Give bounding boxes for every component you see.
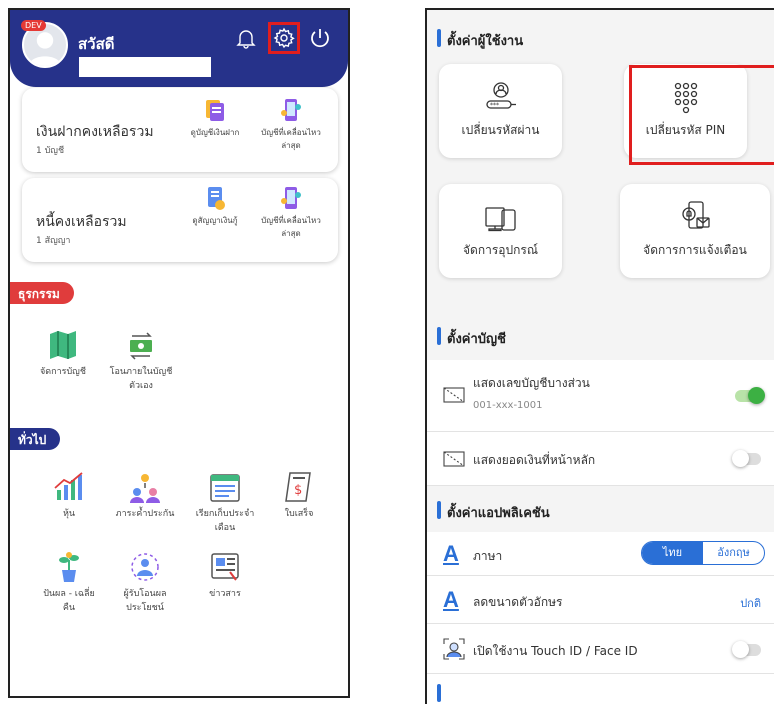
language-option-thai[interactable]: ไทย [642,542,703,564]
biometric-toggle[interactable] [732,641,761,658]
guarantee-obligations-tile[interactable]: ภาระค้ำประกัน [106,470,184,521]
pin-highlight-box [629,65,774,165]
toggle-knob [732,450,749,467]
money-transfer-icon [124,328,158,362]
deposit-count: 1 บัญชี [36,146,65,156]
section-accent-bar [437,29,441,47]
account-card-icon [443,384,465,406]
svg-text:$: $ [294,483,302,498]
phone-activity-icon [279,186,303,212]
phone-notification-icon [677,200,713,236]
show-partial-account-row: แสดงเลขบัญชีบางส่วน 001-xxx-1001 [427,360,774,432]
loan-title: หนี้คงเหลือรวม [36,214,127,230]
section-accent-bar [437,327,441,345]
beneficiary-person-icon [128,550,162,584]
recent-loan-activity-button[interactable]: บัญชีที่เคลื่อนไหว ล่าสุด [258,186,324,240]
show-partial-account-label: แสดงเลขบัญชีบางส่วน [473,376,590,390]
section-accent-bar [437,501,441,519]
balance-home-toggle[interactable] [732,450,761,467]
svg-text:***: *** [490,102,499,109]
power-icon[interactable] [308,26,332,50]
face-id-icon [443,638,465,660]
growth-chart-icon [52,470,86,504]
app-settings-heading: ตั้งค่าแอปพลิเคชัน [447,506,550,521]
account-settings-heading: ตั้งค่าบัญชี [447,332,506,347]
view-loan-contracts-button[interactable]: ดูสัญญาเงินกู้ [182,186,248,227]
loan-count: 1 สัญญา [36,236,71,246]
manage-devices-card[interactable]: จัดการอุปกรณ์ [439,184,562,278]
gear-icon[interactable] [272,26,296,50]
recent-deposit-activity-button[interactable]: บัญชีที่เคลื่อนไหว ล่าสุด [258,98,324,152]
toggle-knob [748,387,765,404]
general-section-heading: ทั่วไป [10,428,61,450]
dividends-tile[interactable]: ปันผล - เฉลี่ย คืน [30,550,108,615]
account-number: 001-xxx-1001 [473,400,543,411]
manage-notifications-label: จัดการการแจ้งเตือน [643,243,747,257]
transactions-section-heading: ธุรกรรม [10,282,74,304]
settings-screen: ตั้งค่าผู้ใช้งาน *** เปลี่ยนรหัสผ่าน เปล… [425,8,774,704]
plant-pot-icon [52,550,86,584]
biometric-label: เปิดใช้งาน Touch ID / Face ID [473,644,638,658]
shares-tile[interactable]: หุ้น [30,470,108,521]
toggle-knob [732,641,749,658]
account-card-icon [443,448,465,470]
user-settings-section: ตั้งค่าผู้ใช้งาน [427,22,774,54]
next-row-partial [427,674,774,704]
self-transfer-tile[interactable]: โอนภายในบัญชี ตัวเอง [102,328,180,393]
home-header: DEV สวัสดี [10,10,348,87]
view-deposit-accounts-button[interactable]: ดูบัญชีเงินฝาก [182,98,248,139]
biometric-row: เปิดใช้งาน Touch ID / Face ID [427,624,774,674]
user-name-field [79,57,211,77]
beneficiaries-tile[interactable]: ผู้รับโอนผล ประโยชน์ [106,550,184,615]
home-screen: DEV สวัสดี เงินฝากคงเหลือรวม 1 บัญชี ดูบ… [8,8,350,698]
app-settings-section: ตั้งค่าแอปพลิเคชัน [427,494,774,526]
deposit-book-icon [203,98,227,124]
map-book-icon [46,328,80,362]
manage-devices-label: จัดการอุปกรณ์ [463,243,538,257]
manage-notifications-card[interactable]: จัดการการแจ้งเตือน [620,184,770,278]
user-settings-heading: ตั้งค่าผู้ใช้งาน [447,34,524,49]
devices-icon [483,200,519,236]
loan-document-icon [203,186,227,212]
calendar-bill-icon [208,470,242,504]
phone-activity-icon [279,98,303,124]
section-accent-bar [437,684,441,702]
person-key-icon: *** [483,80,519,116]
font-size-row[interactable]: A ลดขนาดตัวอักษร ปกติ [427,576,774,624]
receipts-tile[interactable]: $ ใบเสร็จ [260,470,338,521]
account-settings-section: ตั้งค่าบัญชี [427,320,774,352]
partial-account-toggle[interactable] [735,387,765,404]
font-a-icon: A [443,541,459,566]
deposit-summary-card: เงินฝากคงเหลือรวม 1 บัญชี ดูบัญชีเงินฝาก… [22,88,338,172]
people-guarantee-icon [128,470,162,504]
deposit-title: เงินฝากคงเหลือรวม [36,124,154,140]
manage-accounts-tile[interactable]: จัดการบัญชี [24,328,102,379]
change-password-label: เปลี่ยนรหัสผ่าน [461,123,540,137]
font-size-label: ลดขนาดตัวอักษร [473,595,563,609]
language-selector[interactable]: ไทย อังกฤษ [641,541,765,565]
receipt-icon: $ [282,470,316,504]
change-password-card[interactable]: *** เปลี่ยนรหัสผ่าน [439,64,562,158]
greeting-text: สวัสดี [78,35,115,53]
show-balance-home-label: แสดงยอดเงินที่หน้าหลัก [473,453,596,467]
dev-badge: DEV [21,20,46,31]
language-row: A ภาษา ไทย อังกฤษ [427,532,774,576]
loan-summary-card: หนี้คงเหลือรวม 1 สัญญา ดูสัญญาเงินกู้ บั… [22,178,338,262]
font-a-icon: A [443,587,459,612]
language-label: ภาษา [473,549,503,563]
font-size-value: ปกติ [740,597,761,610]
language-option-english[interactable]: อังกฤษ [703,542,764,564]
bell-icon[interactable] [234,26,258,50]
news-tile[interactable]: ข่าวสาร [186,550,264,601]
monthly-billing-tile[interactable]: เรียกเก็บประจำ เดือน [186,470,264,535]
show-balance-home-row: แสดงยอดเงินที่หน้าหลัก [427,432,774,486]
news-icon [208,550,242,584]
